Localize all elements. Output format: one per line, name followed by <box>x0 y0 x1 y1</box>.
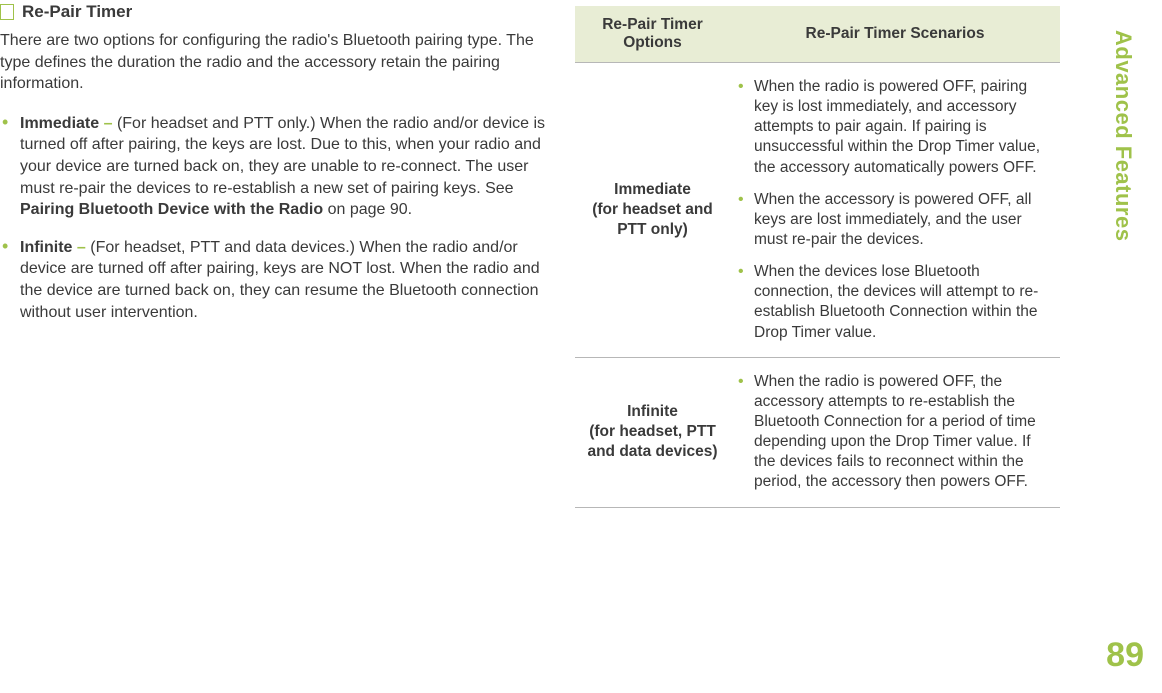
scenario-item: When the radio is powered OFF, pairing k… <box>736 77 1054 178</box>
bullet-lead: Infinite <box>20 239 72 256</box>
table-row: Immediate (for headset and PTT only) Whe… <box>575 63 1060 358</box>
option-sub: (for headset, PTT and data devices) <box>587 423 717 460</box>
side-title: Advanced Features <box>1110 30 1136 241</box>
scenario-item: When the accessory is powered OFF, all k… <box>736 190 1054 250</box>
bullet-dash: – <box>104 115 113 132</box>
scenario-cell: When the radio is powered OFF, the acces… <box>730 357 1060 507</box>
bullet-immediate: Immediate – (For headset and PTT only.) … <box>0 113 545 221</box>
document-icon <box>0 4 14 20</box>
bullet-body-a: (For headset and PTT only.) When the rad… <box>20 115 545 197</box>
bullet-ref: Pairing Bluetooth Device with the Radio <box>20 201 323 218</box>
bullet-list: Immediate – (For headset and PTT only.) … <box>0 113 545 323</box>
option-sub: (for headset and PTT only) <box>592 201 713 238</box>
table-header-row: Re-Pair Timer Options Re-Pair Timer Scen… <box>575 6 1060 63</box>
section-header: Re-Pair Timer <box>0 2 545 22</box>
page-number: 89 <box>1106 636 1144 675</box>
scenario-list: When the radio is powered OFF, the acces… <box>736 372 1054 493</box>
bullet-infinite: Infinite – (For headset, PTT and data de… <box>0 237 545 323</box>
option-main: Immediate <box>614 181 691 198</box>
document-page: Re-Pair Timer There are two options for … <box>0 0 1162 508</box>
scenario-table: Re-Pair Timer Options Re-Pair Timer Scen… <box>575 6 1060 508</box>
option-cell-immediate: Immediate (for headset and PTT only) <box>575 63 730 358</box>
th-options: Re-Pair Timer Options <box>575 6 730 63</box>
bullet-body-b: on page 90. <box>323 201 412 218</box>
bullet-dash: – <box>77 239 86 256</box>
option-main: Infinite <box>627 403 678 420</box>
option-cell-infinite: Infinite (for headset, PTT and data devi… <box>575 357 730 507</box>
th-scenarios: Re-Pair Timer Scenarios <box>730 6 1060 63</box>
right-column: Re-Pair Timer Options Re-Pair Timer Scen… <box>575 0 1060 508</box>
left-column: Re-Pair Timer There are two options for … <box>0 0 575 339</box>
scenario-cell: When the radio is powered OFF, pairing k… <box>730 63 1060 358</box>
scenario-item: When the devices lose Bluetooth connecti… <box>736 262 1054 343</box>
bullet-lead: Immediate <box>20 115 99 132</box>
intro-paragraph: There are two options for configuring th… <box>0 30 545 95</box>
table-row: Infinite (for headset, PTT and data devi… <box>575 357 1060 507</box>
bullet-body-a: (For headset, PTT and data devices.) Whe… <box>20 239 540 321</box>
section-title: Re-Pair Timer <box>22 2 132 22</box>
scenario-item: When the radio is powered OFF, the acces… <box>736 372 1054 493</box>
scenario-list: When the radio is powered OFF, pairing k… <box>736 77 1054 343</box>
